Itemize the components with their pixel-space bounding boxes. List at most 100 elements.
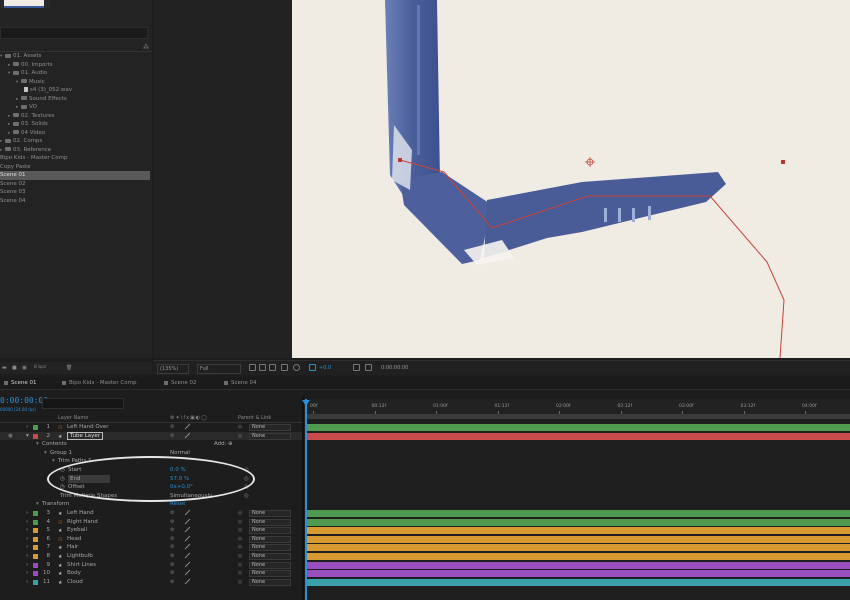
expand-arrow-icon[interactable]: › (26, 509, 28, 518)
expand-arrow-icon[interactable]: › (26, 535, 28, 544)
playhead-handle[interactable] (302, 400, 310, 406)
new-comp-icon[interactable]: ▣ (22, 365, 27, 371)
pick-whip-icon[interactable]: ◎ (238, 552, 242, 561)
pick-whip-icon[interactable]: ◎ (238, 578, 242, 587)
expand-arrow-icon[interactable]: › (26, 578, 28, 587)
expand-arrow-icon[interactable]: › (26, 518, 28, 527)
label-color-swatch[interactable] (33, 536, 38, 542)
layer-row[interactable]: › 4 ⚇ Right Hand ⚙ ◎ None (0, 518, 303, 527)
work-area-bar[interactable] (306, 414, 850, 419)
layer-duration-bar[interactable] (306, 510, 850, 517)
parent-dropdown[interactable]: None (249, 527, 291, 535)
shy-switch-icon[interactable]: ⚙ (170, 518, 174, 527)
parent-dropdown[interactable]: None (249, 553, 291, 560)
parent-dropdown[interactable]: None (249, 544, 291, 552)
grid-icon[interactable] (269, 364, 276, 371)
tab-bipo-kids-master-comp[interactable]: Bipo Kids - Master Comp (60, 379, 136, 388)
mask-visibility-icon[interactable] (281, 364, 288, 371)
label-color-swatch[interactable] (33, 511, 38, 516)
transparency-grid-icon[interactable] (259, 364, 266, 371)
expand-arrow-icon[interactable]: ▾ (26, 432, 29, 441)
property-value[interactable]: Reset (170, 500, 185, 509)
layer-row[interactable]: › 3 ★ Left Hand ⚙ ◎ None (0, 509, 303, 518)
project-item[interactable]: Scene 02 (0, 180, 150, 189)
pick-whip-icon[interactable]: ◎ (238, 569, 242, 578)
layer-name[interactable]: Lightbulb (67, 552, 93, 561)
parent-dropdown[interactable]: None (249, 424, 291, 431)
zoom-dropdown[interactable]: (135%) (157, 364, 189, 374)
shy-switch-icon[interactable]: ⚙ (170, 526, 174, 535)
layer-duration-bar[interactable] (306, 570, 850, 578)
quality-switch-icon[interactable] (184, 423, 191, 430)
pick-whip-icon[interactable]: ◎ (238, 543, 242, 552)
layer-row[interactable]: › 7 ★ Hair ⚙ ◎ None (0, 543, 303, 552)
parent-dropdown[interactable]: None (249, 432, 291, 440)
project-search-input[interactable] (0, 27, 148, 39)
layer-duration-bar[interactable] (306, 527, 850, 535)
layer-row[interactable]: › 6 ⚇ Head ⚙ ◎ None (0, 535, 303, 544)
project-item[interactable]: Scene 01 (0, 171, 150, 180)
shy-switch-icon[interactable]: ⚙ (170, 509, 174, 518)
expand-arrow-icon[interactable]: ▾ (36, 440, 39, 449)
region-of-interest-icon[interactable] (249, 364, 256, 371)
visibility-toggle[interactable]: ● (8, 432, 13, 441)
pick-whip-icon[interactable]: ◎ (238, 432, 242, 441)
property-row[interactable]: ▾ Contents Add: ⊕ (0, 440, 303, 449)
layer-duration-bar[interactable] (306, 535, 850, 543)
time-ruler[interactable]: 00f 00:12f 01:00f 01:12f 02:00f 02:12f 03:00f 0… (306, 399, 850, 414)
project-item[interactable]: ▸ VO (0, 103, 150, 112)
tab-scene-01[interactable]: Scene 01 (2, 379, 37, 388)
parent-dropdown[interactable]: None (249, 535, 291, 543)
layer-name[interactable]: Body (67, 569, 81, 578)
parent-dropdown[interactable]: None (249, 561, 291, 569)
layer-row[interactable]: › 11 ★ Cloud ⚙ ◎ None (0, 578, 303, 587)
interpret-footage-icon[interactable]: ▬ (2, 365, 7, 371)
expand-arrow-icon[interactable]: › (26, 561, 28, 570)
expand-arrow-icon[interactable]: ▾ (36, 500, 39, 509)
expand-arrow-icon[interactable]: › (26, 543, 28, 552)
expand-arrow-icon[interactable]: › (26, 569, 28, 578)
snapshot-icon[interactable] (353, 364, 360, 371)
layer-name[interactable]: Right Hand (67, 518, 98, 527)
shy-switch-icon[interactable]: ⚙ (170, 569, 174, 578)
pick-whip-icon[interactable]: ◎ (238, 535, 242, 544)
panel-splitter[interactable] (302, 396, 304, 600)
color-channel-icon[interactable] (293, 364, 300, 371)
trash-icon[interactable]: 🗑 (66, 365, 72, 371)
quality-switch-icon[interactable] (184, 509, 191, 516)
project-item[interactable]: ▸ 02. Comps (0, 137, 150, 146)
layer-name[interactable]: Eyeball (67, 526, 87, 535)
project-item[interactable]: Scene 04 (0, 197, 150, 206)
quality-switch-icon[interactable] (184, 432, 191, 438)
pick-whip-icon[interactable]: ◎ (238, 509, 242, 518)
layer-row[interactable]: ▾ ● 2 ★ Tube Layer ⚙ ◎ None (0, 431, 303, 441)
resolution-dropdown[interactable]: Full (197, 364, 241, 374)
timeline-search-input[interactable] (42, 398, 124, 409)
shy-switch-icon[interactable]: ⚙ (170, 561, 174, 570)
expand-arrow-icon[interactable]: › (26, 526, 28, 535)
layer-duration-bar[interactable] (306, 553, 850, 560)
layer-name[interactable]: Left Hand (67, 509, 94, 518)
project-item[interactable]: ▸ 03. Solids (0, 120, 150, 129)
layer-name-header[interactable]: Layer Name (58, 415, 88, 421)
label-color-swatch[interactable] (33, 425, 38, 430)
label-color-swatch[interactable] (33, 571, 38, 577)
pick-whip-icon[interactable]: ◎ (238, 423, 242, 432)
layer-row[interactable]: › 5 ★ Eyeball ⚙ ◎ None (0, 526, 303, 535)
layer-duration-bar[interactable] (306, 578, 850, 586)
project-item[interactable]: ▾ Music (0, 78, 150, 87)
pick-whip-icon[interactable]: ◎ (238, 518, 242, 527)
project-item[interactable]: ▸ 00. Imports (0, 61, 150, 70)
expand-arrow-icon[interactable]: › (26, 423, 28, 432)
show-snapshot-icon[interactable] (365, 364, 372, 371)
layer-duration-bar[interactable] (306, 518, 850, 526)
expand-arrow-icon[interactable]: ▾ (44, 449, 47, 458)
bpc-label[interactable]: 8 bpc (34, 365, 46, 370)
layer-row[interactable]: › 10 ★ Body ⚙ ◎ None (0, 569, 303, 578)
new-folder-icon[interactable]: ■ (12, 365, 17, 371)
project-item[interactable]: ▾ 01. Assets (0, 52, 150, 61)
quality-switch-icon[interactable] (184, 561, 191, 567)
quality-switch-icon[interactable] (184, 552, 191, 559)
project-item[interactable]: Copy Paste (0, 163, 150, 172)
layer-name[interactable]: Tube Layer (67, 431, 103, 441)
